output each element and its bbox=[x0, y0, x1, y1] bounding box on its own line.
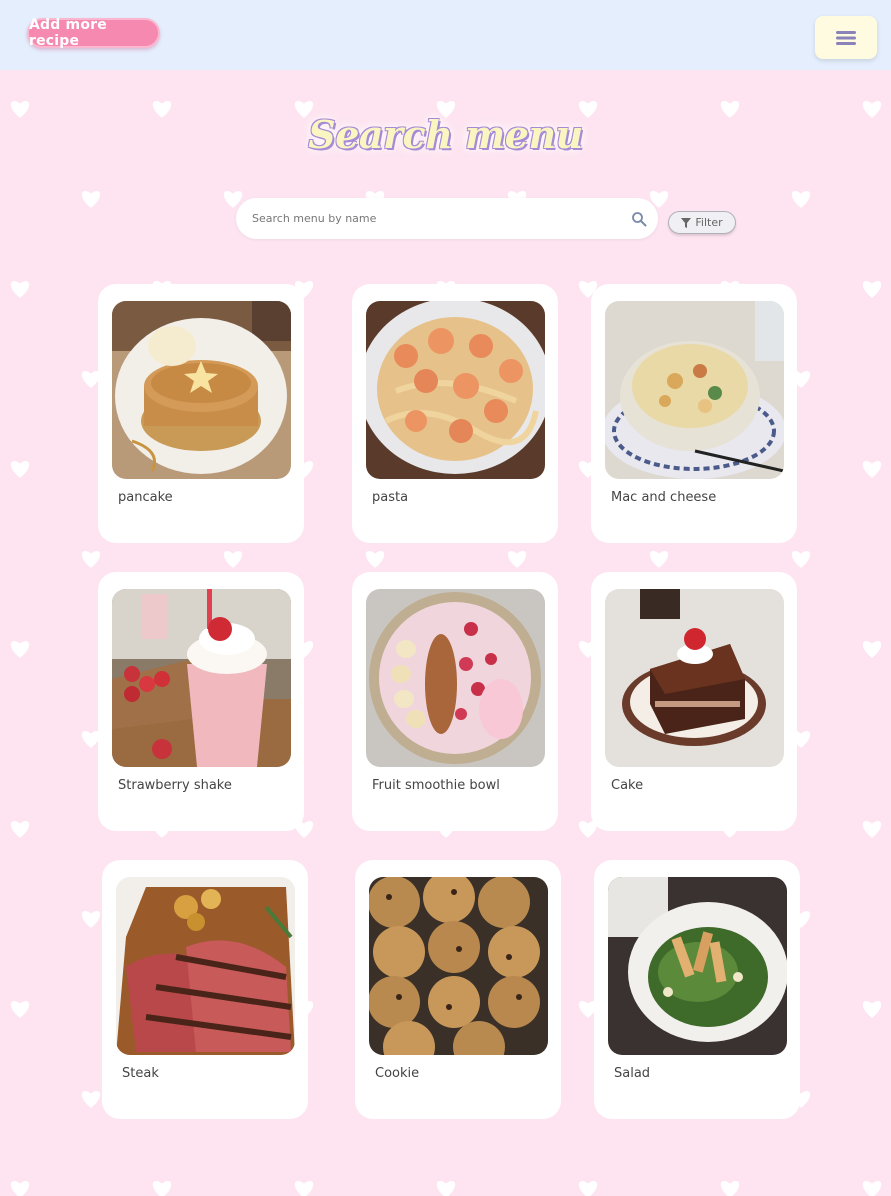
heart-decoration bbox=[81, 911, 101, 928]
recipe-name: pasta bbox=[372, 490, 409, 505]
heart-decoration bbox=[862, 281, 882, 298]
top-bar: Add more recipe bbox=[0, 0, 891, 70]
menu-button[interactable] bbox=[815, 16, 877, 59]
recipe-name: Salad bbox=[614, 1066, 651, 1081]
heart-decoration bbox=[862, 461, 882, 478]
heart-decoration bbox=[294, 1181, 314, 1196]
recipe-name: Cookie bbox=[375, 1066, 420, 1081]
recipe-card-cake[interactable]: Cake bbox=[591, 572, 797, 831]
recipe-name: pancake bbox=[118, 490, 173, 505]
heart-decoration bbox=[10, 1001, 30, 1018]
heart-decoration bbox=[10, 641, 30, 658]
heart-decoration bbox=[81, 551, 101, 568]
heart-decoration bbox=[10, 821, 30, 838]
search-input[interactable] bbox=[252, 198, 612, 239]
heart-decoration bbox=[862, 1001, 882, 1018]
heart-decoration bbox=[10, 281, 30, 298]
heart-decoration bbox=[649, 551, 669, 568]
recipe-card-steak[interactable]: Steak bbox=[102, 860, 308, 1119]
heart-decoration bbox=[791, 191, 811, 208]
recipe-name: Cake bbox=[611, 778, 644, 793]
recipe-card-fruit-smoothie-bowl[interactable]: Fruit smoothie bowl bbox=[352, 572, 558, 831]
hamburger-icon bbox=[836, 30, 856, 45]
recipe-image bbox=[116, 877, 295, 1055]
recipe-image bbox=[112, 589, 291, 767]
heart-decoration bbox=[81, 191, 101, 208]
heart-decoration bbox=[578, 1181, 598, 1196]
heart-decoration bbox=[862, 821, 882, 838]
recipe-image bbox=[605, 301, 784, 479]
filter-label: Filter bbox=[695, 216, 723, 229]
recipe-name: Strawberry shake bbox=[118, 778, 232, 793]
recipe-card-cookie[interactable]: Cookie bbox=[355, 860, 561, 1119]
recipe-image bbox=[366, 589, 545, 767]
recipe-image bbox=[608, 877, 787, 1055]
recipe-image bbox=[369, 877, 548, 1055]
heart-decoration bbox=[365, 551, 385, 568]
recipe-card-salad[interactable]: Salad bbox=[594, 860, 800, 1119]
heart-decoration bbox=[223, 551, 243, 568]
recipe-image bbox=[366, 301, 545, 479]
recipe-card-mac-and-cheese[interactable]: Mac and cheese bbox=[591, 284, 797, 543]
heart-decoration bbox=[791, 551, 811, 568]
heart-decoration bbox=[81, 1091, 101, 1108]
page-title: Search menu bbox=[308, 112, 583, 157]
heart-decoration bbox=[862, 1181, 882, 1196]
heart-decoration bbox=[10, 461, 30, 478]
add-recipe-button[interactable]: Add more recipe bbox=[27, 17, 160, 49]
recipe-card-strawberry-shake[interactable]: Strawberry shake bbox=[98, 572, 304, 831]
heart-decoration bbox=[862, 641, 882, 658]
heart-decoration bbox=[507, 551, 527, 568]
funnel-icon bbox=[681, 217, 692, 228]
heart-decoration bbox=[720, 1181, 740, 1196]
recipe-name: Steak bbox=[122, 1066, 159, 1081]
recipe-name: Fruit smoothie bowl bbox=[372, 778, 500, 793]
heart-decoration bbox=[436, 1181, 456, 1196]
search-bar bbox=[236, 198, 658, 239]
recipe-image bbox=[605, 589, 784, 767]
filter-button[interactable]: Filter bbox=[668, 211, 736, 234]
recipe-card-pasta[interactable]: pasta bbox=[352, 284, 558, 543]
recipe-name: Mac and cheese bbox=[611, 490, 717, 505]
recipe-card-pancake[interactable]: pancake bbox=[98, 284, 304, 543]
recipe-image bbox=[112, 301, 291, 479]
search-icon[interactable] bbox=[631, 211, 647, 227]
heart-decoration bbox=[152, 1181, 172, 1196]
heart-decoration bbox=[10, 1181, 30, 1196]
